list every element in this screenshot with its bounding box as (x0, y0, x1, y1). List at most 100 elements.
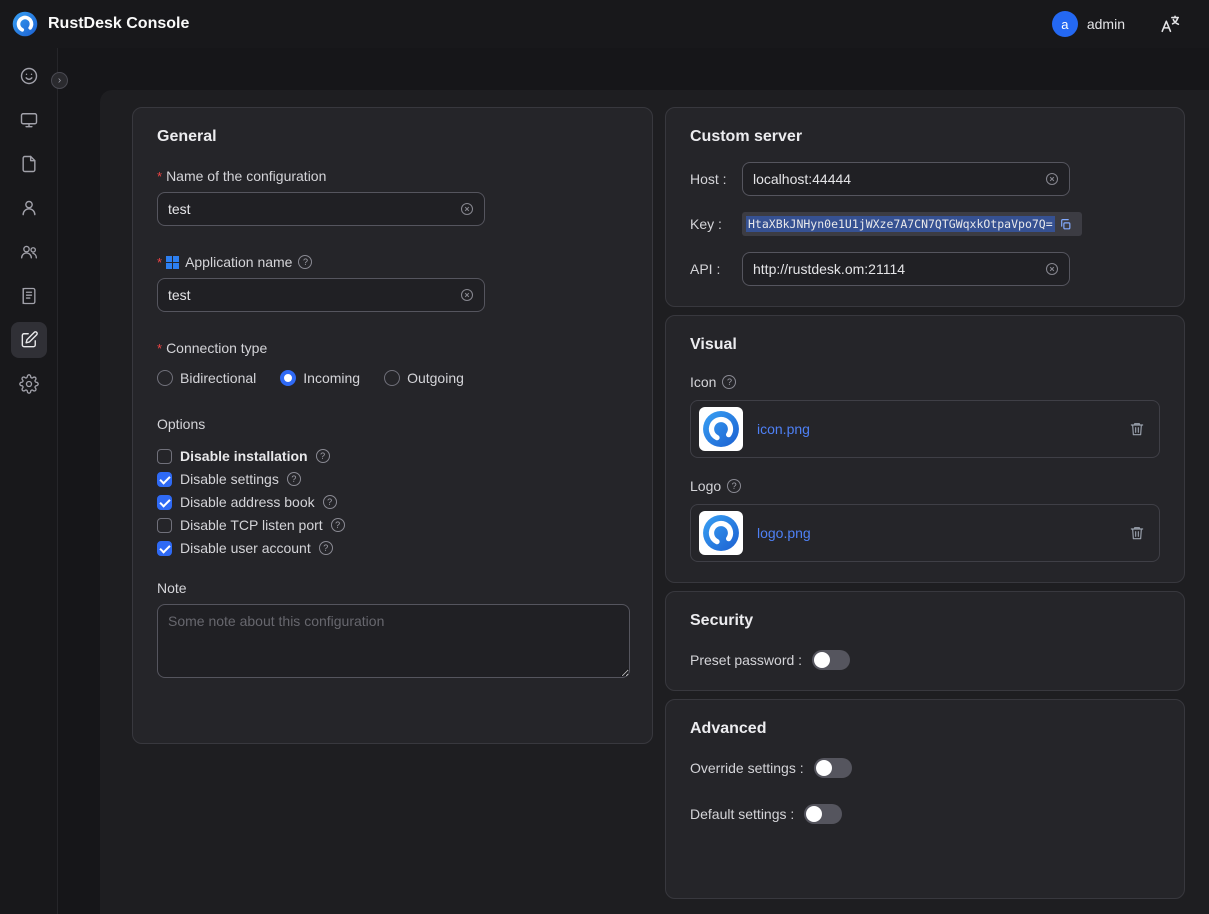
sidebar-item-user-icon[interactable] (11, 190, 47, 226)
icon-label: Icon ? (690, 374, 1160, 390)
default-settings-label: Default settings : (690, 806, 794, 822)
config-name-field (157, 192, 485, 226)
sidebar-item-document-icon[interactable] (11, 146, 47, 182)
visual-title: Visual (690, 336, 1160, 354)
radio-dot[interactable] (384, 370, 400, 386)
api-row: API : (690, 252, 1160, 286)
copy-icon[interactable] (1059, 218, 1072, 231)
checkbox[interactable] (157, 541, 172, 556)
clear-input-icon[interactable] (460, 202, 474, 216)
radio-label: Incoming (303, 370, 360, 386)
app-name-input[interactable] (168, 287, 460, 303)
rustdesk-console-app: RustDesk Console a admin (0, 0, 1209, 914)
logo-file-link[interactable]: logo.png (757, 525, 1129, 541)
checkbox[interactable] (157, 518, 172, 533)
checkbox-label: Disable address book (180, 494, 315, 510)
host-input[interactable] (753, 171, 1045, 187)
default-settings-toggle[interactable] (804, 804, 842, 824)
checkbox[interactable] (157, 472, 172, 487)
api-input[interactable] (753, 261, 1045, 277)
custom-server-title: Custom server (690, 128, 1160, 146)
radio-outgoing[interactable]: Outgoing (384, 370, 464, 386)
host-field (742, 162, 1070, 196)
help-icon[interactable]: ? (331, 518, 345, 532)
advanced-card: Advanced Override settings : Default set… (665, 699, 1185, 899)
sidebar-item-gear-icon[interactable] (11, 366, 47, 402)
rustdesk-logo-icon (12, 11, 38, 37)
checkbox[interactable] (157, 449, 172, 464)
trash-icon[interactable] (1129, 525, 1145, 541)
username[interactable]: admin (1087, 16, 1125, 32)
config-name-input[interactable] (168, 201, 460, 217)
app-name-field (157, 278, 485, 312)
logo-label: Logo ? (690, 478, 1160, 494)
radio-label: Outgoing (407, 370, 464, 386)
note-textarea[interactable] (157, 604, 630, 678)
language-translate-icon[interactable] (1159, 13, 1181, 35)
security-card: Security Preset password : (665, 591, 1185, 691)
checkbox-label: Disable settings (180, 471, 279, 487)
checkbox-disable-user-account[interactable]: Disable user account ? (157, 540, 628, 556)
sidebar-item-users-icon[interactable] (11, 234, 47, 270)
radio-incoming[interactable]: Incoming (280, 370, 360, 386)
config-name-label: * Name of the configuration (157, 168, 628, 184)
general-card: General * Name of the configuration (132, 107, 653, 744)
preset-password-label: Preset password : (690, 652, 802, 668)
checkbox-disable-tcp-listen-port[interactable]: Disable TCP listen port ? (157, 517, 628, 533)
checkbox-disable-installation[interactable]: Disable installation ? (157, 448, 628, 464)
checkbox-label: Disable TCP listen port (180, 517, 323, 533)
options-label: Options (157, 416, 628, 432)
logo-file-row: logo.png (690, 504, 1160, 562)
body-area: General * Name of the configuration (0, 48, 1209, 914)
radio-bidirectional[interactable]: Bidirectional (157, 370, 256, 386)
header: RustDesk Console a admin (0, 0, 1209, 48)
checkbox-label: Disable installation (180, 448, 308, 464)
connection-type-group: Bidirectional Incoming Outgoing (157, 370, 628, 386)
preset-password-toggle[interactable] (812, 650, 850, 670)
connection-type-label: * Connection type (157, 340, 628, 356)
sidebar-collapse-chevron-icon[interactable]: › (51, 72, 68, 89)
required-asterisk: * (157, 341, 162, 356)
api-field (742, 252, 1070, 286)
clear-input-icon[interactable] (1045, 262, 1059, 276)
windows-icon (166, 256, 179, 269)
app-title: RustDesk Console (48, 15, 189, 33)
custom-server-card: Custom server Host : (665, 107, 1185, 307)
radio-dot[interactable] (280, 370, 296, 386)
radio-dot[interactable] (157, 370, 173, 386)
help-icon[interactable]: ? (722, 375, 736, 389)
sidebar-item-smiley-icon[interactable] (11, 58, 47, 94)
app-name-label: * Application name ? (157, 254, 628, 270)
sidebar (0, 48, 58, 914)
clear-input-icon[interactable] (1045, 172, 1059, 186)
note-label: Note (157, 580, 628, 596)
trash-icon[interactable] (1129, 421, 1145, 437)
help-icon[interactable]: ? (316, 449, 330, 463)
help-icon[interactable]: ? (319, 541, 333, 555)
checkbox-label: Disable user account (180, 540, 311, 556)
override-settings-toggle[interactable] (814, 758, 852, 778)
sidebar-item-logbook-icon[interactable] (11, 278, 47, 314)
checkbox[interactable] (157, 495, 172, 510)
checkbox-disable-settings[interactable]: Disable settings ? (157, 471, 628, 487)
user-avatar[interactable]: a (1052, 11, 1078, 37)
sidebar-item-monitor-icon[interactable] (11, 102, 47, 138)
key-value[interactable]: HtaXBkJNHyn0e1U1jWXze7A7CN7QTGWqxkOtpaVp… (746, 216, 1055, 232)
help-icon[interactable]: ? (727, 479, 741, 493)
icon-file-link[interactable]: icon.png (757, 421, 1129, 437)
key-row: Key : HtaXBkJNHyn0e1U1jWXze7A7CN7QTGWqxk… (690, 212, 1160, 236)
override-settings-row: Override settings : (690, 758, 1160, 778)
clear-input-icon[interactable] (460, 288, 474, 302)
api-label: API : (690, 261, 742, 277)
help-icon[interactable]: ? (287, 472, 301, 486)
security-title: Security (690, 612, 1160, 630)
required-asterisk: * (157, 255, 162, 270)
visual-card: Visual Icon ? (665, 315, 1185, 583)
sidebar-item-edit-square-icon[interactable] (11, 322, 47, 358)
checkbox-disable-address-book[interactable]: Disable address book ? (157, 494, 628, 510)
help-icon[interactable]: ? (298, 255, 312, 269)
icon-file-row: icon.png (690, 400, 1160, 458)
default-settings-row: Default settings : (690, 804, 1160, 824)
help-icon[interactable]: ? (323, 495, 337, 509)
host-label: Host : (690, 171, 742, 187)
